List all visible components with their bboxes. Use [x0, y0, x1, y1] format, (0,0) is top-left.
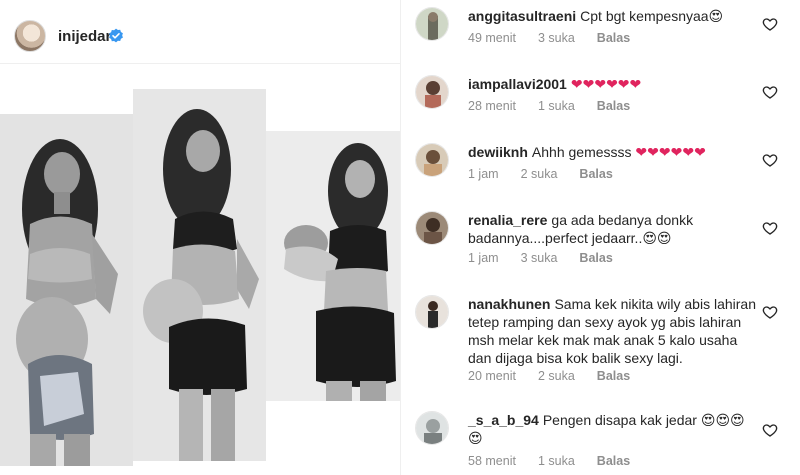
comment-item: renalia_rere ga ada bedanya donkk badanny…	[401, 204, 800, 288]
comment-username[interactable]: renalia_rere	[468, 212, 547, 228]
comment-meta: 49 menit 3 suka Balas	[468, 31, 652, 45]
comment-username[interactable]: nanakhunen	[468, 296, 550, 312]
comment-time: 58 menit	[468, 454, 516, 468]
comment-meta: 1 jam 2 suka Balas	[468, 167, 635, 181]
commenter-avatar[interactable]	[415, 411, 449, 445]
reply-button[interactable]: Balas	[579, 167, 612, 181]
like-heart-icon[interactable]	[762, 152, 778, 168]
reply-button[interactable]: Balas	[597, 31, 630, 45]
comment-username[interactable]: dewiiknh	[468, 144, 528, 160]
comment-username[interactable]: _s_a_b_94	[468, 412, 539, 428]
comment-time: 1 jam	[468, 167, 499, 181]
comment-meta: 1 jam 3 suka Balas	[468, 251, 635, 265]
comment-time: 1 jam	[468, 251, 499, 265]
comment-text-block: anggitasultraeni Cpt bgt kempesnyaa😍	[468, 7, 758, 25]
like-heart-icon[interactable]	[762, 84, 778, 100]
comment-text-block: nanakhunen Sama kek nikita wily abis lahi…	[468, 295, 758, 367]
reply-button[interactable]: Balas	[579, 251, 612, 265]
comment-text-block: dewiiknh Ahhh gemessss ❤❤❤❤❤❤	[468, 143, 758, 161]
comments-panel[interactable]: anggitasultraeni Cpt bgt kempesnyaa😍 49 m…	[401, 0, 800, 475]
commenter-avatar[interactable]	[415, 143, 449, 177]
comment-likes[interactable]: 2 suka	[538, 369, 575, 383]
comment-item: nanakhunen Sama kek nikita wily abis lahi…	[401, 288, 800, 404]
comment-time: 49 menit	[468, 31, 516, 45]
photo-pregnant-front	[0, 114, 133, 466]
comment-likes[interactable]: 3 suka	[521, 251, 558, 265]
commenter-avatar[interactable]	[415, 211, 449, 245]
comment-likes[interactable]: 1 suka	[538, 99, 575, 113]
comment-time: 20 menit	[468, 369, 516, 383]
post-header: inijedar	[0, 0, 400, 64]
verified-badge-icon	[109, 28, 123, 43]
comment-text: Cpt bgt kempesnyaa😍	[580, 8, 724, 24]
comment-item: dewiiknh Ahhh gemessss ❤❤❤❤❤❤ 1 jam 2 suka…	[401, 136, 800, 204]
comment-item: _s_a_b_94 Pengen disapa kak jedar 😍😍😍😍 58…	[401, 404, 800, 475]
like-heart-icon[interactable]	[762, 220, 778, 236]
comment-text-block: renalia_rere ga ada bedanya donkk badanny…	[468, 211, 758, 247]
commenter-avatar[interactable]	[415, 295, 449, 329]
comment-time: 28 menit	[468, 99, 516, 113]
comment-meta: 28 menit 1 suka Balas	[468, 99, 652, 113]
comment-likes[interactable]: 2 suka	[521, 167, 558, 181]
like-heart-icon[interactable]	[762, 422, 778, 438]
comment-text-block: _s_a_b_94 Pengen disapa kak jedar 😍😍😍😍	[468, 411, 758, 447]
photo-holding-baby	[266, 131, 400, 401]
post-author-avatar[interactable]	[14, 20, 46, 52]
comment-likes[interactable]: 1 suka	[538, 454, 575, 468]
commenter-avatar[interactable]	[415, 75, 449, 109]
post-author-username[interactable]: inijedar	[58, 28, 111, 45]
post-photo-collage[interactable]	[0, 64, 400, 475]
comment-likes[interactable]: 3 suka	[538, 31, 575, 45]
comment-text: Ahhh gemessss ❤❤❤❤❤❤	[531, 144, 706, 160]
comment-text-block: iampallavi2001 ❤❤❤❤❤❤	[468, 75, 758, 93]
commenter-avatar[interactable]	[415, 7, 449, 41]
comment-meta: 20 menit 2 suka Balas	[468, 369, 652, 383]
comment-username[interactable]: anggitasultraeni	[468, 8, 576, 24]
reply-button[interactable]: Balas	[597, 454, 630, 468]
reply-button[interactable]: Balas	[597, 369, 630, 383]
comment-meta: 58 menit 1 suka Balas	[468, 454, 652, 468]
comment-text: ❤❤❤❤❤❤	[570, 76, 642, 92]
like-heart-icon[interactable]	[762, 304, 778, 320]
comment-username[interactable]: iampallavi2001	[468, 76, 567, 92]
reply-button[interactable]: Balas	[597, 99, 630, 113]
photo-pregnant-side	[133, 89, 266, 461]
like-heart-icon[interactable]	[762, 16, 778, 32]
comment-item: iampallavi2001 ❤❤❤❤❤❤ 28 menit 1 suka Balas	[401, 68, 800, 136]
comment-item: anggitasultraeni Cpt bgt kempesnyaa😍 49 m…	[401, 0, 800, 68]
